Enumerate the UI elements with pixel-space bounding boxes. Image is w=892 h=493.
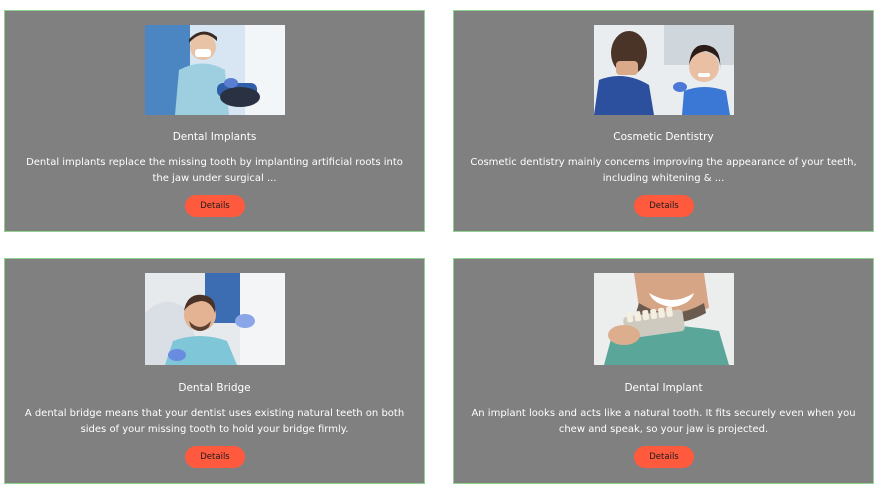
service-card-cosmetic-dentistry: Cosmetic Dentistry Cosmetic dentistry ma… — [453, 10, 874, 232]
service-title: Dental Implants — [172, 131, 257, 143]
details-button[interactable]: Details — [185, 195, 245, 217]
service-card-dental-bridge: Dental Bridge A dental bridge means that… — [4, 258, 425, 484]
details-button[interactable]: Details — [185, 446, 245, 468]
dentist-treating-patient-photo — [145, 25, 285, 115]
service-description: Cosmetic dentistry mainly concerns impro… — [470, 157, 857, 184]
service-title: Dental Implant — [624, 382, 703, 394]
tooth-shade-guide-photo — [594, 273, 734, 365]
service-card-dental-implants: Dental Implants Dental implants replace … — [4, 10, 425, 232]
service-title: Cosmetic Dentistry — [613, 131, 714, 143]
service-description: Dental implants replace the missing toot… — [26, 157, 403, 184]
smiling-patient-with-dentist-photo — [594, 25, 734, 115]
details-button[interactable]: Details — [634, 195, 694, 217]
details-button[interactable]: Details — [634, 446, 694, 468]
patient-in-dental-chair-photo — [145, 273, 285, 365]
service-description: An implant looks and acts like a natural… — [471, 408, 856, 435]
service-title: Dental Bridge — [178, 382, 251, 394]
service-description: A dental bridge means that your dentist … — [24, 408, 405, 435]
service-card-dental-implant: Dental Implant An implant looks and acts… — [453, 258, 874, 484]
